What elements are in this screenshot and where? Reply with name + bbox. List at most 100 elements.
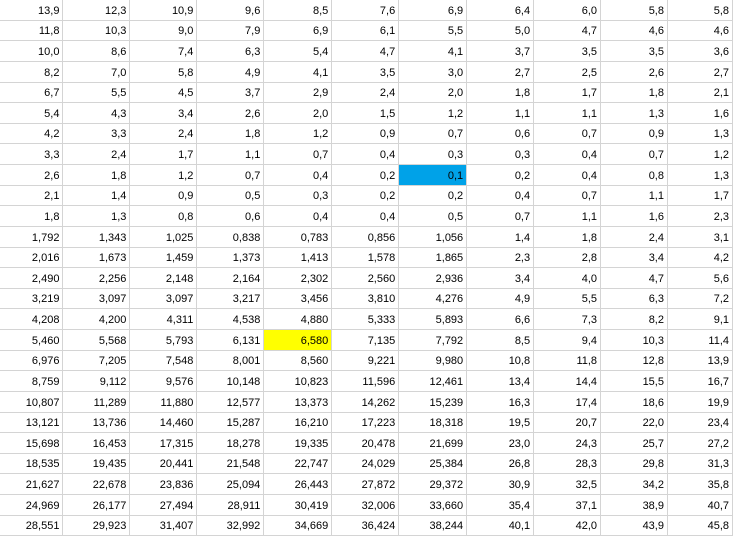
grid-cell[interactable]: 11,289 [62, 390, 131, 413]
grid-cell[interactable]: 24,3 [533, 432, 602, 454]
grid-cell[interactable]: 5,4 [263, 40, 333, 62]
grid-cell[interactable]: 4,311 [129, 308, 198, 330]
highlighted-cell[interactable]: 6,580 [263, 329, 333, 351]
grid-cell[interactable]: 13,9 [0, 0, 64, 21]
grid-cell[interactable]: 2,7 [466, 60, 535, 83]
grid-cell[interactable]: 24,969 [0, 494, 64, 516]
grid-cell[interactable]: 3,7 [196, 81, 265, 104]
grid-cell[interactable]: 7,135 [331, 329, 400, 351]
grid-cell[interactable]: 0,8 [600, 164, 668, 186]
grid-cell[interactable]: 28,3 [533, 452, 602, 475]
grid-cell[interactable]: 10,148 [196, 370, 265, 392]
grid-cell[interactable]: 4,5 [129, 81, 198, 104]
grid-cell[interactable]: 4,880 [263, 308, 333, 330]
grid-cell[interactable]: 2,560 [331, 267, 400, 289]
grid-cell[interactable]: 2,0 [398, 81, 468, 104]
grid-cell[interactable]: 0,7 [398, 122, 468, 145]
grid-cell[interactable]: 13,736 [62, 411, 131, 434]
grid-cell[interactable]: 8,2 [0, 60, 64, 83]
grid-cell[interactable]: 1,8 [600, 81, 668, 104]
grid-cell[interactable]: 9,4 [533, 329, 602, 351]
grid-cell[interactable]: 0,4 [331, 143, 400, 165]
grid-cell[interactable]: 1,8 [196, 122, 265, 145]
grid-cell[interactable]: 7,205 [62, 349, 131, 372]
grid-cell[interactable]: 1,1 [533, 102, 602, 124]
grid-cell[interactable]: 7,4 [129, 40, 198, 62]
grid-cell[interactable]: 4,0 [533, 267, 602, 289]
grid-cell[interactable]: 29,923 [62, 514, 131, 536]
grid-cell[interactable]: 4,1 [398, 40, 468, 62]
grid-cell[interactable]: 2,936 [398, 267, 468, 289]
grid-cell[interactable]: 0,4 [533, 164, 602, 186]
grid-cell[interactable]: 0,838 [196, 225, 265, 248]
grid-cell[interactable]: 2,7 [666, 60, 733, 83]
grid-cell[interactable]: 8,5 [263, 0, 333, 21]
grid-cell[interactable]: 24,029 [331, 452, 400, 475]
grid-cell[interactable]: 5,6 [666, 267, 733, 289]
grid-cell[interactable]: 0,3 [466, 143, 535, 165]
grid-cell[interactable]: 10,9 [129, 0, 198, 21]
grid-cell[interactable]: 4,2 [666, 246, 733, 269]
grid-cell[interactable]: 0,7 [600, 143, 668, 165]
grid-cell[interactable]: 29,372 [398, 473, 468, 495]
grid-cell[interactable]: 1,1 [533, 205, 602, 227]
grid-cell[interactable]: 26,8 [466, 452, 535, 475]
grid-cell[interactable]: 15,287 [196, 411, 265, 434]
grid-cell[interactable]: 3,1 [666, 225, 733, 248]
grid-cell[interactable]: 22,747 [263, 452, 333, 475]
grid-cell[interactable]: 3,3 [0, 143, 64, 165]
grid-cell[interactable]: 8,759 [0, 370, 64, 392]
grid-cell[interactable]: 0,9 [129, 184, 198, 207]
grid-cell[interactable]: 2,016 [0, 246, 64, 269]
grid-cell[interactable]: 1,2 [129, 164, 198, 186]
grid-cell[interactable]: 9,576 [129, 370, 198, 392]
grid-cell[interactable]: 3,5 [331, 60, 400, 83]
grid-cell[interactable]: 4,2 [0, 122, 64, 145]
grid-cell[interactable]: 18,278 [196, 432, 265, 454]
grid-cell[interactable]: 2,256 [62, 267, 131, 289]
grid-cell[interactable]: 3,4 [466, 267, 535, 289]
grid-cell[interactable]: 12,8 [600, 349, 668, 372]
grid-cell[interactable]: 4,7 [331, 40, 400, 62]
grid-cell[interactable]: 2,302 [263, 267, 333, 289]
grid-cell[interactable]: 16,453 [62, 432, 131, 454]
grid-cell[interactable]: 5,333 [331, 308, 400, 330]
grid-cell[interactable]: 2,1 [0, 184, 64, 207]
grid-cell[interactable]: 19,5 [466, 411, 535, 434]
grid-cell[interactable]: 2,3 [466, 246, 535, 269]
grid-cell[interactable]: 2,148 [129, 267, 198, 289]
grid-cell[interactable]: 38,9 [600, 494, 668, 516]
grid-cell[interactable]: 6,4 [466, 0, 535, 21]
grid-cell[interactable]: 11,880 [129, 390, 198, 413]
grid-cell[interactable]: 1,1 [466, 102, 535, 124]
grid-cell[interactable]: 0,7 [263, 143, 333, 165]
grid-cell[interactable]: 12,577 [196, 390, 265, 413]
grid-cell[interactable]: 19,335 [263, 432, 333, 454]
grid-cell[interactable]: 0,9 [600, 122, 668, 145]
grid-cell[interactable]: 31,3 [666, 452, 733, 475]
grid-cell[interactable]: 18,535 [0, 452, 64, 475]
grid-cell[interactable]: 21,627 [0, 473, 64, 495]
grid-cell[interactable]: 14,262 [331, 390, 400, 413]
grid-cell[interactable]: 3,4 [600, 246, 668, 269]
grid-cell[interactable]: 0,4 [263, 164, 333, 186]
grid-cell[interactable]: 9,221 [331, 349, 400, 372]
grid-cell[interactable]: 4,3 [62, 102, 131, 124]
grid-cell[interactable]: 17,315 [129, 432, 198, 454]
grid-cell[interactable]: 1,3 [62, 205, 131, 227]
grid-cell[interactable]: 3,4 [129, 102, 198, 124]
grid-cell[interactable]: 20,441 [129, 452, 198, 475]
grid-cell[interactable]: 1,3 [666, 122, 733, 145]
grid-cell[interactable]: 45,8 [666, 514, 733, 536]
grid-cell[interactable]: 29,8 [600, 452, 668, 475]
grid-cell[interactable]: 0,4 [263, 205, 333, 227]
grid-cell[interactable]: 34,669 [263, 514, 333, 536]
grid-cell[interactable]: 9,6 [196, 0, 265, 21]
grid-cell[interactable]: 25,094 [196, 473, 265, 495]
grid-cell[interactable]: 2,9 [263, 81, 333, 104]
grid-cell[interactable]: 2,4 [129, 122, 198, 145]
grid-cell[interactable]: 7,792 [398, 329, 468, 351]
grid-cell[interactable]: 0,9 [331, 122, 400, 145]
grid-cell[interactable]: 1,578 [331, 246, 400, 269]
grid-cell[interactable]: 3,456 [263, 287, 333, 310]
